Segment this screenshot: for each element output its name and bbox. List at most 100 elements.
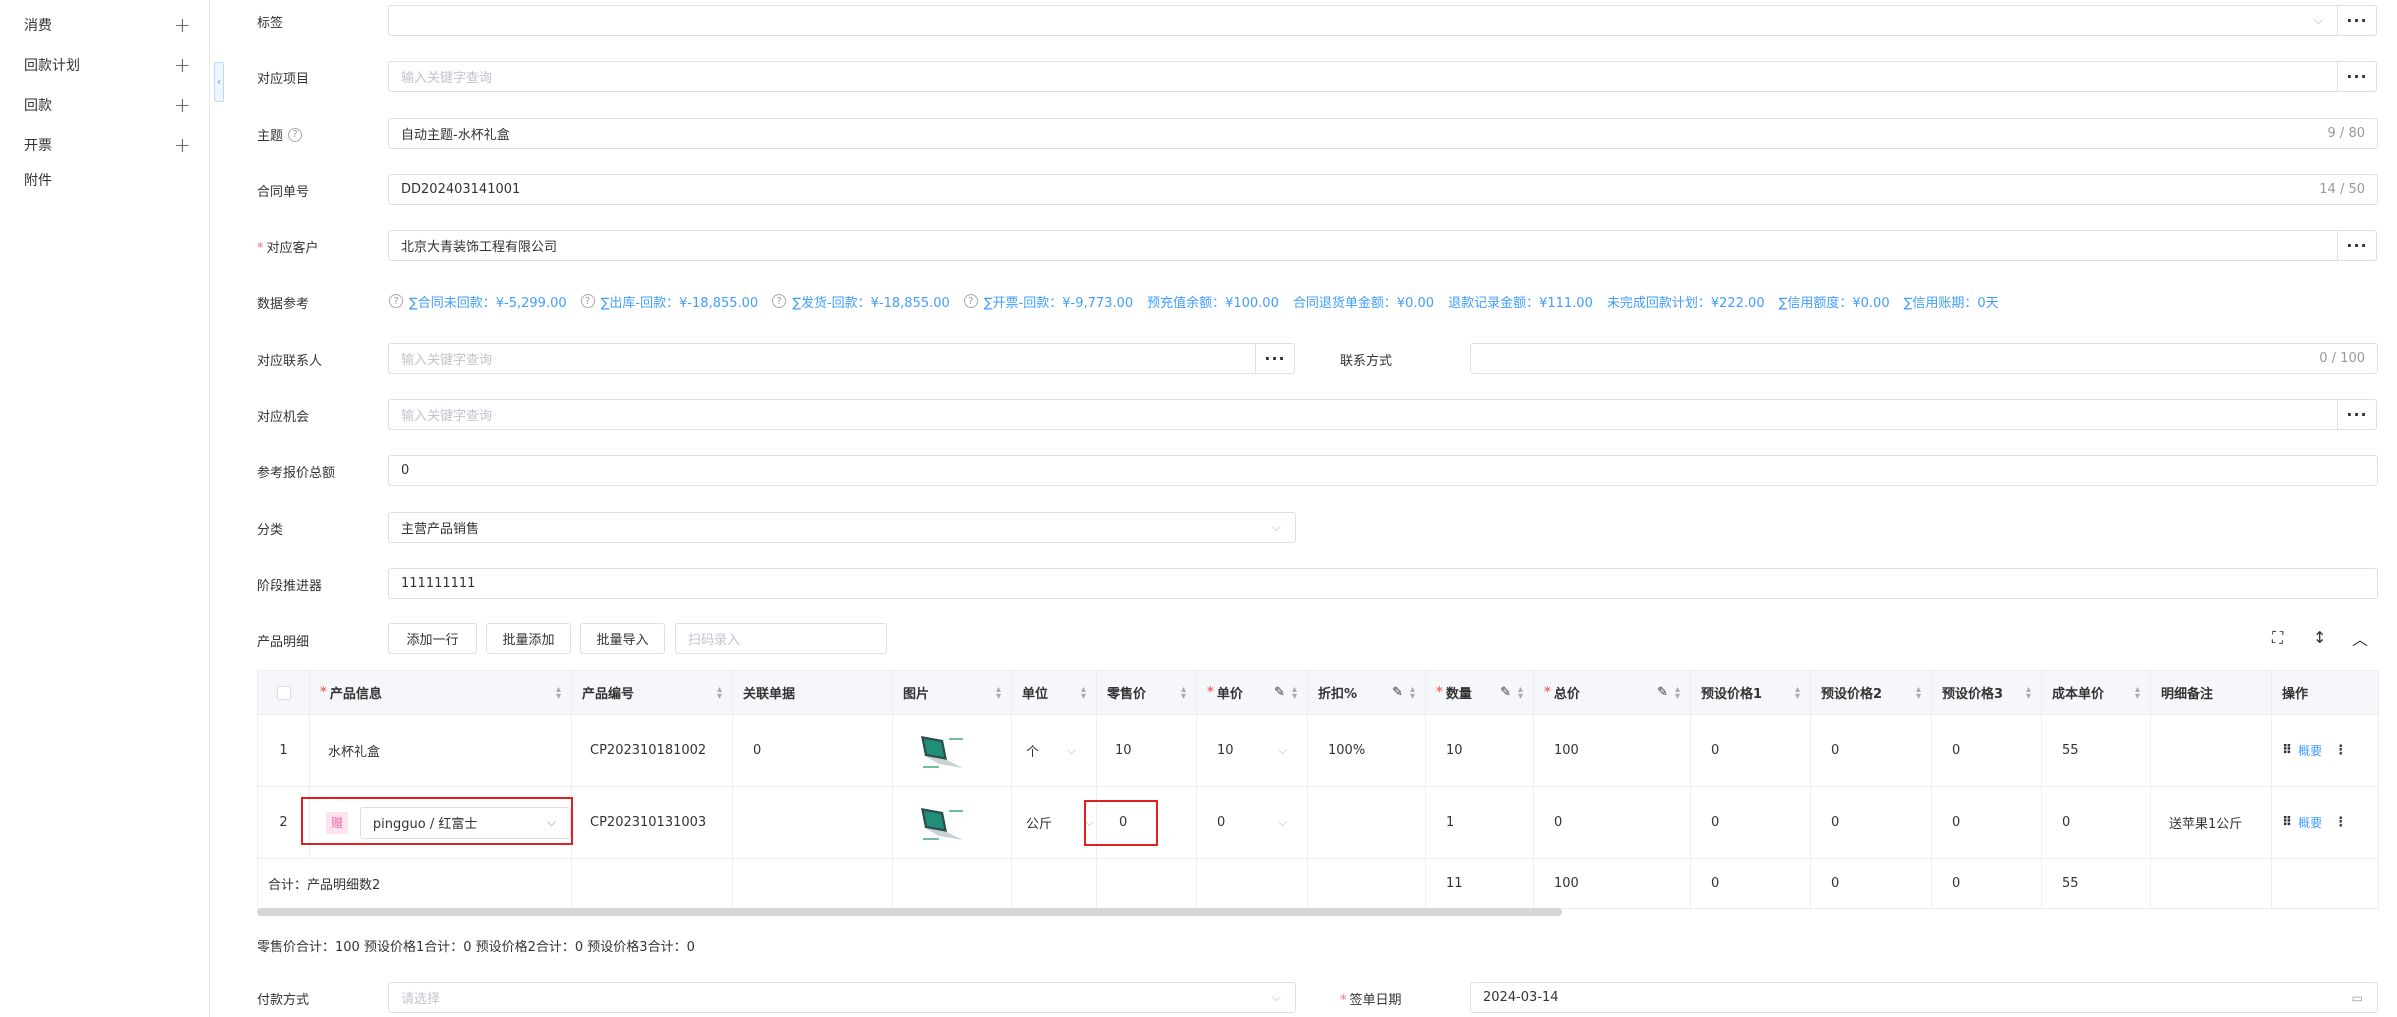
vertical-resize-icon[interactable]: ↕ — [2313, 628, 2326, 647]
unit-price-select[interactable]: 10 ⌵ — [1197, 715, 1308, 786]
calendar-icon[interactable]: ▭ — [2352, 991, 2363, 1005]
related-doc[interactable] — [733, 787, 893, 858]
preset2[interactable]: 0 — [1811, 787, 1932, 858]
drag-handle-icon[interactable]: ⠿ — [2282, 743, 2292, 758]
customer-more-button[interactable]: ··· — [2337, 230, 2377, 261]
preset1[interactable]: 0 — [1691, 715, 1811, 786]
sidebar-item-invoice[interactable]: 开票 + — [0, 125, 210, 165]
select-all-checkbox[interactable] — [276, 685, 291, 700]
header-unit[interactable]: 单位 ▴ ▾ — [1012, 671, 1097, 714]
footer-preset1: 0 — [1691, 859, 1811, 908]
cost-unit[interactable]: 0 — [2042, 787, 2151, 858]
remark[interactable]: 送苹果1公斤 — [2151, 787, 2272, 858]
header-preset3[interactable]: 预设价格3 ▴ ▾ — [1932, 671, 2042, 714]
opportunity-more-button[interactable]: ··· — [2337, 399, 2377, 430]
tag-label: 标签 — [257, 16, 284, 31]
contract-no-input[interactable]: DD202403141001 14 / 50 — [388, 174, 2378, 205]
total[interactable]: 100 — [1534, 715, 1691, 786]
unit-select[interactable]: 个 ⌵ — [1012, 715, 1097, 786]
remark[interactable] — [2151, 715, 2272, 786]
summary-link[interactable]: 概要 — [2298, 742, 2322, 759]
sidebar-item-attachment[interactable]: 附件 — [0, 160, 210, 200]
header-product-code[interactable]: 产品编号 ▴ ▾ — [572, 671, 733, 714]
help-icon[interactable]: ? — [389, 294, 403, 308]
preset3[interactable]: 0 — [1932, 715, 2042, 786]
help-icon[interactable]: ? — [963, 294, 978, 308]
batch-add-button[interactable]: 批量添加 — [486, 623, 571, 654]
header-preset1[interactable]: 预设价格1 ▴ ▾ — [1691, 671, 1811, 714]
retail-price[interactable]: 10 — [1097, 715, 1197, 786]
header-total[interactable]: * 总价 ✎ ▴ ▾ — [1534, 671, 1691, 714]
contact-method-input[interactable]: 0 / 100 — [1470, 343, 2378, 374]
header-quantity[interactable]: * 数量 ✎ ▴ ▾ — [1426, 671, 1534, 714]
header-preset2[interactable]: 预设价格2 ▴ ▾ — [1811, 671, 1932, 714]
sidebar-collapse-handle[interactable]: ‹ — [214, 62, 224, 102]
cost-unit[interactable]: 55 — [2042, 715, 2151, 786]
quantity[interactable]: 1 — [1426, 787, 1534, 858]
sidebar-item-consumption[interactable]: 消费 + — [0, 5, 210, 45]
customer-input[interactable]: 北京大青装饰工程有限公司 — [388, 230, 2338, 261]
help-icon[interactable]: ? — [580, 294, 595, 308]
plus-icon[interactable]: + — [174, 53, 191, 77]
tag-more-button[interactable]: ··· — [2337, 5, 2377, 36]
help-icon[interactable]: ? — [772, 294, 787, 308]
help-icon[interactable]: ? — [288, 127, 303, 142]
preset3[interactable]: 0 — [1932, 787, 2042, 858]
header-image[interactable]: 图片 ▴ ▾ — [893, 671, 1012, 714]
table-footer-row: 合计：产品明细数2 11 100 0 0 0 55 — [258, 858, 2378, 908]
preset1[interactable]: 0 — [1691, 787, 1811, 858]
category-select[interactable]: 主营产品销售 ⌵ — [388, 512, 1296, 543]
opportunity-input[interactable]: 输入关键字查询 — [388, 399, 2338, 430]
header-unit-price[interactable]: * 单价 ✎ ▴ ▾ — [1197, 671, 1308, 714]
sidebar-item-payment-plan[interactable]: 回款计划 + — [0, 45, 210, 85]
chevron-up-icon[interactable]: ︿ — [2352, 626, 2368, 650]
horizontal-scrollbar[interactable] — [257, 908, 1562, 916]
more-vertical-icon[interactable]: ⋮ — [2334, 815, 2347, 830]
project-more-button[interactable]: ··· — [2337, 61, 2377, 92]
discount[interactable] — [1308, 787, 1426, 858]
header-cost-unit[interactable]: 成本单价 ▴ ▾ — [2042, 671, 2151, 714]
header-discount[interactable]: 折扣% ✎ ▴ ▾ — [1308, 671, 1426, 714]
related-doc[interactable]: 0 — [733, 715, 893, 786]
data-ref-item: 预充值余额：¥100.00 — [1147, 295, 1279, 311]
footer-quantity: 11 — [1426, 859, 1534, 908]
header-product-info[interactable]: * 产品信息 ▴ ▾ — [310, 671, 572, 714]
category-label: 分类 — [257, 523, 284, 538]
summary-link[interactable]: 概要 — [2298, 814, 2322, 831]
product-image-cell — [893, 787, 1012, 858]
footer-empty — [2151, 859, 2272, 908]
stage-input[interactable]: 111111111 — [388, 568, 2378, 599]
table-row: 2 赠 pingguo / 红富士 ⌵ CP202310131003 公斤 ⌵ 0… — [258, 786, 2378, 858]
header-retail-price[interactable]: 零售价 ▴ ▾ — [1097, 671, 1197, 714]
add-row-button[interactable]: 添加一行 — [388, 623, 477, 654]
footer-empty — [1308, 859, 1426, 908]
tag-select[interactable]: ⌵ — [388, 5, 2338, 36]
scan-input[interactable]: 扫码录入 — [675, 623, 887, 654]
ref-quote-total-input[interactable]: 0 — [388, 455, 2378, 486]
batch-import-button[interactable]: 批量导入 — [580, 623, 665, 654]
contact-input[interactable]: 输入关键字查询 — [388, 343, 1256, 374]
sidebar-item-label: 开票 — [24, 138, 52, 154]
sidebar-item-label: 回款计划 — [24, 58, 80, 74]
plus-icon[interactable]: + — [174, 133, 191, 157]
plus-icon[interactable]: + — [174, 93, 191, 117]
footer-empty — [1097, 859, 1197, 908]
subject-input[interactable]: 自动主题-水杯礼盒 9 / 80 — [388, 118, 2378, 149]
sign-date-input[interactable]: 2024-03-14 ▭ — [1470, 982, 2378, 1013]
payment-select[interactable]: 请选择 ⌵ — [388, 982, 1296, 1013]
plus-icon[interactable]: + — [174, 13, 191, 37]
more-vertical-icon[interactable]: ⋮ — [2334, 743, 2347, 758]
quantity[interactable]: 10 — [1426, 715, 1534, 786]
fullscreen-icon[interactable]: ⛶ — [2272, 628, 2283, 648]
product-name[interactable]: 水杯礼盒 — [310, 715, 572, 786]
sidebar-item-payment[interactable]: 回款 + — [0, 85, 210, 125]
drag-handle-icon[interactable]: ⠿ — [2282, 815, 2292, 830]
preset2[interactable]: 0 — [1811, 715, 1932, 786]
char-count: 0 / 100 — [2319, 351, 2365, 366]
footer-cost: 55 — [2042, 859, 2151, 908]
contact-more-button[interactable]: ··· — [1255, 343, 1295, 374]
project-input[interactable]: 输入关键字查询 — [388, 61, 2338, 92]
total[interactable]: 0 — [1534, 787, 1691, 858]
unit-price-select[interactable]: 0 ⌵ — [1197, 787, 1308, 858]
discount[interactable]: 100% — [1308, 715, 1426, 786]
